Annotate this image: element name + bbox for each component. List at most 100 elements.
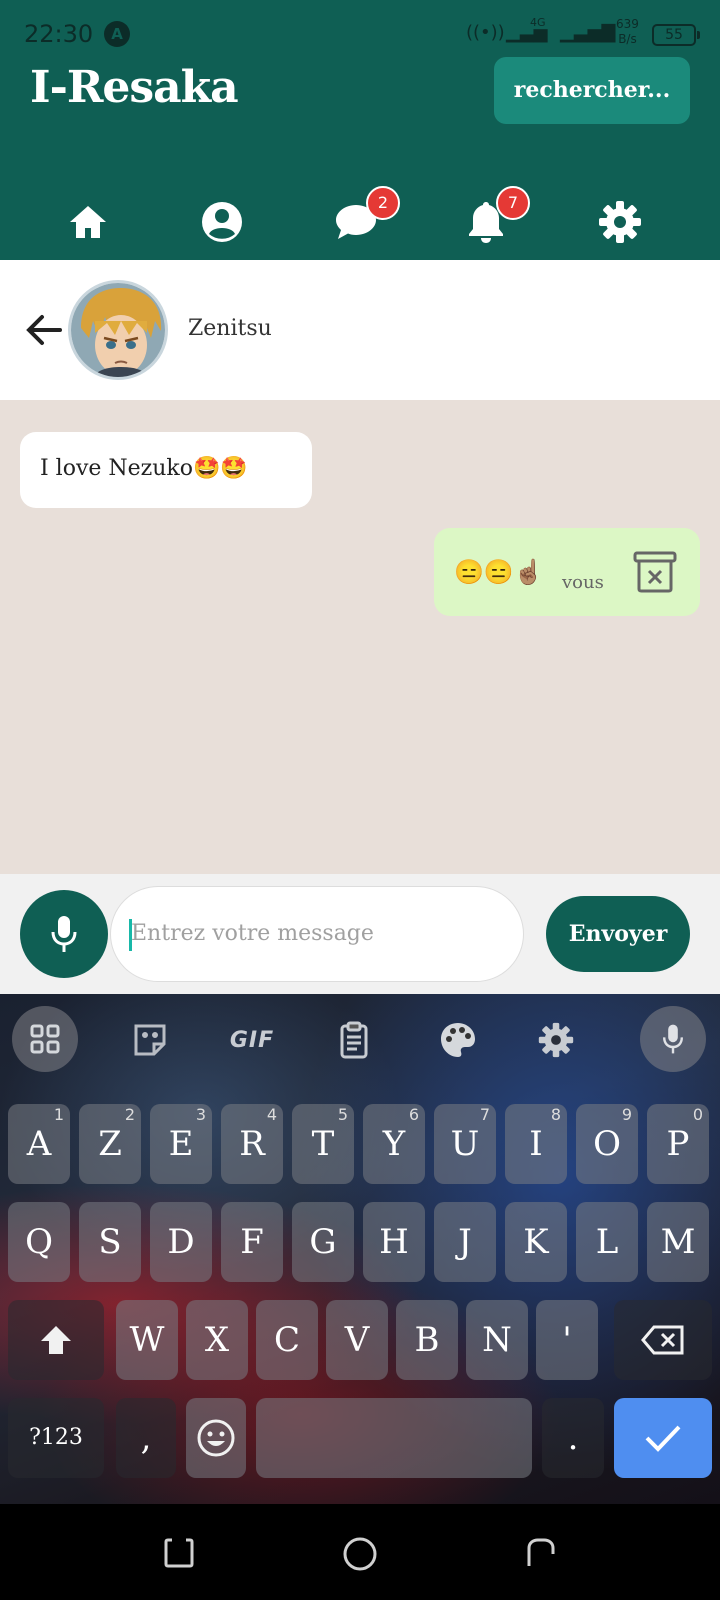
emoji-key[interactable] xyxy=(186,1398,246,1478)
circle-home-icon xyxy=(343,1537,377,1571)
main-nav: 2 7 xyxy=(0,186,720,254)
gif-button[interactable]: GIF xyxy=(222,1010,282,1070)
backspace-key[interactable] xyxy=(614,1300,712,1380)
delete-message-button[interactable] xyxy=(632,550,678,598)
nav-settings[interactable] xyxy=(596,198,644,246)
key-c[interactable]: C xyxy=(256,1300,318,1380)
network-type: 4G xyxy=(530,16,546,29)
nav-home[interactable] xyxy=(64,198,112,246)
status-bar: 22:30 A ((•)) ▁▃▅ 4G ▁▃▅▇ 639 B/s 55 xyxy=(0,0,720,56)
key-f[interactable]: F xyxy=(221,1202,283,1282)
recents-icon xyxy=(164,1538,194,1568)
key-v[interactable]: V xyxy=(326,1300,388,1380)
nav-notifications[interactable]: 7 xyxy=(462,186,530,246)
key-h[interactable]: H xyxy=(363,1202,425,1282)
back-system-button[interactable] xyxy=(524,1536,558,1574)
status-time: 22:30 xyxy=(24,20,94,48)
message-bubble-incoming[interactable]: I love Nezuko🤩🤩 xyxy=(20,432,312,508)
battery-icon: 55 xyxy=(652,24,700,46)
message-composer: Entrez votre message Envoyer xyxy=(0,874,720,994)
key-i[interactable]: I8 xyxy=(505,1104,567,1184)
status-app-indicator: A xyxy=(104,21,130,47)
message-bubble-outgoing[interactable]: 😑😑☝🏽 vous xyxy=(434,528,700,616)
shift-icon xyxy=(41,1326,71,1354)
key-d[interactable]: D xyxy=(150,1202,212,1282)
symbols-key[interactable]: ?123 xyxy=(8,1398,104,1478)
key-t[interactable]: T5 xyxy=(292,1104,354,1184)
clipboard-button[interactable] xyxy=(324,1010,384,1070)
message-text: 😑😑☝🏽 xyxy=(454,558,544,586)
key-z[interactable]: Z2 xyxy=(79,1104,141,1184)
back-icon xyxy=(527,1538,555,1566)
sticker-button[interactable] xyxy=(120,1010,180,1070)
recents-button[interactable] xyxy=(162,1536,196,1574)
key-r[interactable]: R4 xyxy=(221,1104,283,1184)
settings-icon xyxy=(599,201,641,243)
back-button[interactable] xyxy=(24,310,64,354)
key-w[interactable]: W xyxy=(116,1300,178,1380)
key-g[interactable]: G xyxy=(292,1202,354,1282)
hotspot-icon: ((•)) xyxy=(466,22,505,43)
avatar[interactable] xyxy=(68,280,168,380)
key-apostrophe[interactable]: ' xyxy=(536,1300,598,1380)
contact-name: Zenitsu xyxy=(188,316,272,341)
microphone-icon xyxy=(51,916,77,952)
microphone-icon xyxy=(663,1024,683,1054)
keyboard-settings-button[interactable] xyxy=(526,1010,586,1070)
key-a[interactable]: A1 xyxy=(8,1104,70,1184)
key-e[interactable]: E3 xyxy=(150,1104,212,1184)
comma-key[interactable]: , xyxy=(116,1398,176,1478)
app-title: I-Resaka xyxy=(30,62,239,113)
messages-badge: 2 xyxy=(366,186,400,220)
key-p[interactable]: P0 xyxy=(647,1104,709,1184)
trash-icon xyxy=(633,551,677,593)
key-j[interactable]: J xyxy=(434,1202,496,1282)
chat-header: Zenitsu xyxy=(0,260,720,400)
key-q[interactable]: Q xyxy=(8,1202,70,1282)
gear-icon xyxy=(538,1022,574,1058)
on-screen-keyboard: GIF A1 Z2 E3 R4 T5 Y6 U7 I8 O9 P0 Q S D … xyxy=(0,994,720,1504)
message-sender-label: vous xyxy=(562,572,604,593)
key-m[interactable]: M xyxy=(647,1202,709,1282)
shift-key[interactable] xyxy=(8,1300,104,1380)
search-button[interactable]: rechercher... xyxy=(494,57,690,124)
key-b[interactable]: B xyxy=(396,1300,458,1380)
clipboard-icon xyxy=(340,1021,368,1059)
sticker-icon xyxy=(134,1024,166,1056)
key-s[interactable]: S xyxy=(79,1202,141,1282)
home-button[interactable] xyxy=(342,1536,378,1576)
app-header: 22:30 A ((•)) ▁▃▅ 4G ▁▃▅▇ 639 B/s 55 I-R… xyxy=(0,0,720,260)
message-input-placeholder: Entrez votre message xyxy=(131,921,374,946)
key-l[interactable]: L xyxy=(576,1202,638,1282)
key-o[interactable]: O9 xyxy=(576,1104,638,1184)
key-u[interactable]: U7 xyxy=(434,1104,496,1184)
grid-icon xyxy=(30,1024,60,1054)
profile-icon xyxy=(202,202,242,242)
key-n[interactable]: N xyxy=(466,1300,528,1380)
theme-button[interactable] xyxy=(428,1010,488,1070)
send-button[interactable]: Envoyer xyxy=(546,896,690,972)
voice-record-button[interactable] xyxy=(20,890,108,978)
key-x[interactable]: X xyxy=(186,1300,248,1380)
arrow-left-icon xyxy=(26,315,62,345)
nav-messages[interactable]: 2 xyxy=(332,186,400,246)
system-navigation-bar xyxy=(0,1504,720,1600)
backspace-icon xyxy=(641,1325,684,1355)
keyboard-toolbar: GIF xyxy=(0,994,720,1080)
space-key[interactable] xyxy=(256,1398,532,1478)
palette-icon xyxy=(441,1023,475,1057)
key-k[interactable]: K xyxy=(505,1202,567,1282)
checkmark-icon xyxy=(645,1425,681,1452)
keyboard-voice-button[interactable] xyxy=(640,1006,706,1072)
message-input[interactable]: Entrez votre message xyxy=(110,886,524,982)
network-speed: 639 B/s xyxy=(616,17,639,46)
message-list: I love Nezuko🤩🤩 😑😑☝🏽 vous xyxy=(0,400,720,874)
message-text: I love Nezuko🤩🤩 xyxy=(40,456,248,481)
home-icon xyxy=(70,206,106,238)
keyboard-apps-button[interactable] xyxy=(12,1006,78,1072)
period-key[interactable]: . xyxy=(542,1398,604,1478)
nav-profile[interactable] xyxy=(198,198,246,246)
enter-key[interactable] xyxy=(614,1398,712,1478)
key-y[interactable]: Y6 xyxy=(363,1104,425,1184)
notifications-badge: 7 xyxy=(496,186,530,220)
